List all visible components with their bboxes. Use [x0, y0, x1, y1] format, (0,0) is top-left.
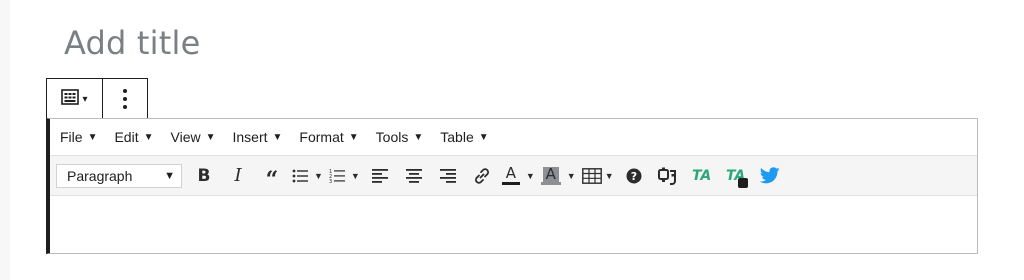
text-color-letter: A: [505, 164, 516, 182]
menu-view[interactable]: View ▼: [171, 129, 216, 145]
chevron-down-icon: ▼: [314, 170, 323, 181]
bullet-list-icon: [292, 169, 308, 182]
bg-color-letter: A: [542, 166, 559, 182]
table-button[interactable]: ▼: [581, 162, 614, 190]
plugin-button[interactable]: [654, 162, 682, 190]
align-right-button[interactable]: [434, 162, 462, 190]
chevron-down-icon: ▼: [413, 131, 424, 143]
text-color-swatch: [501, 182, 520, 185]
editor-content-area[interactable]: [50, 196, 977, 252]
lock-badge-icon: [737, 177, 748, 188]
chevron-down-icon: ▼: [604, 170, 614, 181]
chevron-down-icon: ▾: [82, 93, 88, 105]
chevron-down-icon: ▼: [143, 131, 154, 143]
insert-link-button[interactable]: [468, 162, 496, 190]
chevron-down-icon: ▼: [525, 170, 535, 181]
thirstyaffiliates-button[interactable]: TA: [688, 162, 716, 190]
numbered-list-icon: 1 2 3: [329, 169, 345, 184]
chevron-down-icon: ▼: [566, 170, 576, 181]
more-options-button[interactable]: [103, 79, 147, 119]
menu-table[interactable]: Table ▼: [440, 129, 488, 145]
numbered-list-button[interactable]: 1 2 3 ▼: [329, 162, 360, 190]
menu-label: File: [60, 129, 83, 145]
bold-icon: B: [197, 165, 211, 186]
svg-text:?: ?: [630, 170, 636, 183]
menu-label: Edit: [114, 129, 139, 145]
link-icon: [474, 167, 489, 184]
chevron-down-icon: ▼: [272, 131, 283, 143]
background-color-button[interactable]: A ▼: [540, 162, 576, 190]
post-title-field[interactable]: Add title: [64, 24, 201, 62]
menu-edit[interactable]: Edit ▼: [114, 129, 153, 145]
format-select-value: Paragraph: [67, 167, 133, 184]
classic-block-icon: [61, 88, 80, 110]
help-icon: ?: [626, 168, 642, 183]
blockquote-icon: “: [265, 166, 279, 193]
chevron-down-icon: ▼: [164, 169, 175, 182]
editor-menubar: File ▼ Edit ▼ View ▼ Insert ▼ Format ▼ Tools ▼…: [50, 119, 977, 156]
menu-label: Insert: [232, 129, 268, 145]
menu-label: Format: [299, 129, 344, 145]
menu-format[interactable]: Format ▼: [299, 129, 358, 145]
chevron-down-icon: ▼: [87, 131, 98, 143]
chevron-down-icon: ▼: [348, 131, 359, 143]
text-color-button[interactable]: A ▼: [501, 162, 535, 190]
menu-tools[interactable]: Tools ▼: [376, 129, 424, 145]
help-button[interactable]: ?: [620, 162, 648, 190]
background-color-icon: A: [540, 166, 561, 185]
italic-button[interactable]: I: [224, 162, 252, 190]
table-icon: [581, 167, 602, 184]
italic-icon: I: [234, 165, 242, 186]
chevron-down-icon: ▼: [350, 170, 360, 181]
twitter-button[interactable]: [756, 162, 784, 190]
twitter-icon: [759, 167, 780, 184]
text-color-icon: A: [501, 164, 520, 185]
bg-color-swatch: [540, 181, 561, 185]
menu-label: Tools: [375, 129, 409, 145]
align-left-button[interactable]: [366, 162, 394, 190]
svg-text:3: 3: [329, 179, 332, 184]
block-toolbar: ▾: [46, 78, 148, 119]
menu-insert[interactable]: Insert ▼: [233, 129, 283, 145]
align-center-icon: [405, 168, 422, 183]
editor-toolbar: Paragraph ▼ B I “ ▼ 1 2 3 ▼ A ▼ A ▼ ▼ ? …: [50, 156, 977, 196]
left-gutter: [0, 0, 10, 280]
align-right-icon: [439, 168, 456, 183]
block-type-switcher[interactable]: ▾: [47, 79, 103, 119]
plugin-icon: [657, 167, 676, 185]
vertical-ellipsis-icon: [123, 89, 127, 109]
menu-label: Table: [440, 129, 474, 145]
blockquote-button[interactable]: “: [258, 162, 286, 193]
chevron-down-icon: ▼: [205, 131, 216, 143]
bold-button[interactable]: B: [190, 162, 218, 190]
menu-file[interactable]: File ▼: [60, 129, 97, 145]
thirstyaffiliates-add-button[interactable]: TA: [722, 162, 750, 190]
menu-label: View: [170, 129, 201, 145]
classic-editor: File ▼ Edit ▼ View ▼ Insert ▼ Format ▼ Tools ▼…: [46, 118, 978, 254]
thirstyaffiliates-icon: TA: [691, 167, 712, 184]
chevron-down-icon: ▼: [478, 131, 489, 143]
bullet-list-button[interactable]: ▼: [292, 162, 323, 190]
align-left-icon: [371, 168, 388, 183]
align-center-button[interactable]: [400, 162, 428, 190]
format-select[interactable]: Paragraph ▼: [56, 163, 182, 188]
